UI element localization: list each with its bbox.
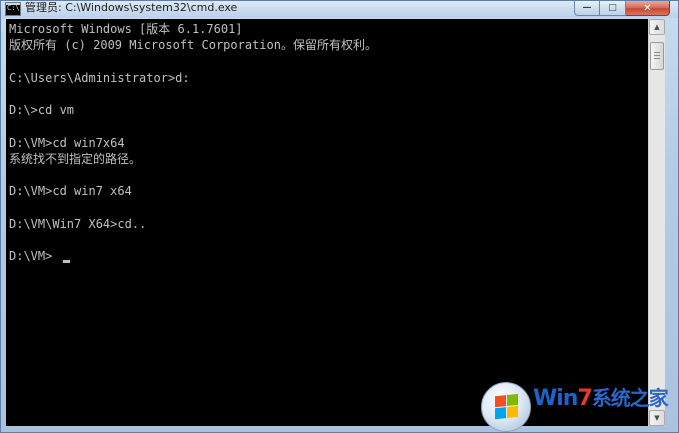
console-output[interactable]: Microsoft Windows [版本 6.1.7601] 版权所有 (c)…: [6, 19, 648, 426]
console-line: 版权所有 (c) 2009 Microsoft Corporation。保留所有…: [9, 38, 377, 52]
arrow-up-icon: ▲: [654, 23, 660, 31]
console-line: 系统找不到指定的路径。: [9, 152, 142, 166]
close-icon: ✕: [643, 2, 652, 14]
grip-icon: [654, 52, 660, 60]
watermark-brand: Win7系统之家: [533, 385, 669, 412]
cmd-icon-label: C:\: [7, 4, 20, 12]
flag-green-pane: [507, 393, 518, 406]
console-line: C:\Users\Administrator>d:: [9, 71, 190, 85]
console-line: D:\VM>cd win7 x64: [9, 184, 132, 198]
console-prompt: D:\VM>: [9, 249, 53, 263]
vertical-scrollbar[interactable]: ▲ ▼: [648, 19, 665, 426]
minimize-icon: —: [582, 3, 592, 13]
close-button[interactable]: ✕: [626, 1, 670, 16]
console-line: D:\VM>cd win7x64: [9, 136, 125, 150]
console-line: D:\VM\Win7 X64>cd..: [9, 217, 147, 231]
flag-yellow-pane: [507, 405, 518, 418]
scrollbar-thumb[interactable]: [650, 42, 664, 70]
site-watermark-logo: Win7系统之家: [477, 380, 678, 432]
text-cursor: [63, 260, 70, 263]
maximize-icon: □: [608, 3, 617, 13]
windows-flag-icon: [495, 393, 519, 421]
cmd-app-icon[interactable]: C:\: [5, 2, 21, 16]
title-bar[interactable]: C:\ 管理员: C:\Windows\system32\cmd.exe — □…: [1, 1, 678, 18]
maximize-button[interactable]: □: [600, 1, 626, 16]
minimize-button[interactable]: —: [574, 1, 600, 16]
brand-seven: 7: [577, 386, 592, 411]
flag-red-pane: [495, 395, 506, 408]
console-line: Microsoft Windows [版本 6.1.7601]: [9, 22, 243, 36]
cmd-window: C:\ 管理员: C:\Windows\system32\cmd.exe — □…: [0, 0, 679, 433]
brand-cn: 系统之家: [591, 386, 669, 410]
caption-buttons: — □ ✕: [574, 1, 670, 16]
windows-logo-icon: [481, 382, 531, 432]
window-title: 管理员: C:\Windows\system32\cmd.exe: [25, 1, 238, 14]
flag-blue-pane: [495, 407, 506, 420]
brand-prefix: Win: [533, 386, 578, 411]
scroll-up-button[interactable]: ▲: [649, 19, 665, 35]
console-line: D:\>cd vm: [9, 103, 75, 117]
